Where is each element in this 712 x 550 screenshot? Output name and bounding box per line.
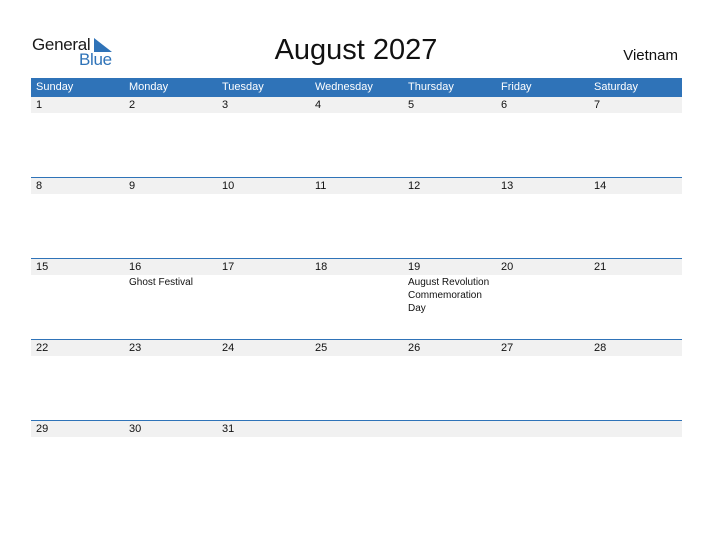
day-number: 9 [129, 180, 136, 192]
weekday-thursday: Thursday [408, 81, 454, 93]
holiday-event [31, 437, 124, 438]
holiday-event [310, 275, 403, 315]
week-row: 22 23 24 25 26 27 28 [31, 339, 682, 420]
holiday-event [496, 437, 589, 438]
holiday-event [403, 113, 496, 114]
holiday-event [124, 113, 217, 114]
day-number: 23 [129, 342, 142, 354]
day-number: 11 [315, 180, 327, 192]
day-number: 3 [222, 99, 229, 111]
holiday-event [589, 113, 682, 114]
events-row [31, 356, 682, 357]
day-number: 26 [408, 342, 421, 354]
weekday-sunday: Sunday [36, 81, 74, 93]
day-number: 5 [408, 99, 415, 111]
holiday-event [589, 275, 682, 315]
day-number: 1 [36, 99, 43, 111]
holiday-event [403, 356, 496, 357]
day-number: 29 [36, 423, 49, 435]
weekday-wednesday: Wednesday [315, 81, 373, 93]
week-row: 1 2 3 4 5 6 7 [31, 96, 682, 177]
calendar-title: August 2027 [274, 34, 438, 66]
holiday-event: Ghost Festival [129, 277, 193, 288]
holiday-event [217, 194, 310, 195]
day-number: 28 [594, 342, 607, 354]
day-number [403, 421, 496, 437]
day-number: 25 [315, 342, 328, 354]
week-row: 29 30 31 [31, 420, 682, 501]
day-number: 21 [594, 261, 607, 273]
date-bar: 1 2 3 4 5 6 7 [31, 96, 682, 113]
holiday-event [589, 356, 682, 357]
holiday-event [496, 275, 589, 315]
date-bar: 15 16 17 18 19 20 21 [31, 258, 682, 275]
holiday-event [496, 194, 589, 195]
date-bar: 29 30 31 [31, 420, 682, 437]
day-number [589, 421, 682, 437]
country-label: Vietnam [623, 47, 678, 64]
holiday-event [31, 113, 124, 114]
day-number: 14 [594, 180, 607, 192]
day-number: 30 [129, 423, 142, 435]
week-row: 8 9 10 11 12 13 14 [31, 177, 682, 258]
events-row [31, 437, 682, 438]
day-number: 7 [594, 99, 601, 111]
holiday-event [217, 113, 310, 114]
holiday-event [589, 194, 682, 195]
calendar-grid: Sunday Monday Tuesday Wednesday Thursday… [31, 78, 682, 437]
day-number: 6 [501, 99, 508, 111]
day-number: 10 [222, 180, 235, 192]
day-number: 2 [129, 99, 136, 111]
holiday-event [310, 113, 403, 114]
day-number: 27 [501, 342, 514, 354]
holiday-event [217, 356, 310, 357]
day-number: 24 [222, 342, 235, 354]
weekday-tuesday: Tuesday [222, 81, 264, 93]
day-number: 31 [222, 423, 235, 435]
day-number [496, 421, 589, 437]
holiday-event [31, 275, 124, 315]
day-number: 8 [36, 180, 43, 192]
events-row [31, 113, 682, 114]
holiday-event: August Revolution Commemoration Day [408, 277, 490, 314]
holiday-event [124, 356, 217, 357]
holiday-event [31, 356, 124, 357]
holiday-event [589, 437, 682, 438]
holiday-event [403, 194, 496, 195]
holiday-event [310, 194, 403, 195]
week-row: 15 16 17 18 19 20 21 Ghost Festival August Revol… [31, 258, 682, 339]
holiday-event [124, 194, 217, 195]
day-number: 12 [408, 180, 421, 192]
day-number: 16 [129, 261, 142, 273]
weekday-monday: Monday [129, 81, 169, 93]
holiday-event [124, 437, 217, 438]
weekday-saturday: Saturday [594, 81, 639, 93]
day-number: 22 [36, 342, 49, 354]
day-number [310, 421, 403, 437]
holiday-event [496, 113, 589, 114]
holiday-event [31, 194, 124, 195]
date-bar: 8 9 10 11 12 13 14 [31, 177, 682, 194]
holiday-event [496, 356, 589, 357]
holiday-event [310, 356, 403, 357]
day-number: 13 [501, 180, 514, 192]
events-row: Ghost Festival August Revolution Commemor… [31, 275, 682, 315]
holiday-event [310, 437, 403, 438]
day-number: 20 [501, 261, 514, 273]
day-number: 18 [315, 261, 328, 273]
weekday-header: Sunday Monday Tuesday Wednesday Thursday… [31, 78, 682, 96]
day-number: 17 [222, 261, 235, 273]
date-bar: 22 23 24 25 26 27 28 [31, 339, 682, 356]
holiday-event [217, 275, 310, 315]
holiday-event [403, 437, 496, 438]
holiday-event [217, 437, 310, 438]
events-row [31, 194, 682, 195]
day-number: 19 [408, 261, 421, 273]
day-number: 4 [315, 99, 322, 111]
weekday-friday: Friday [501, 81, 532, 93]
day-number: 15 [36, 261, 49, 273]
